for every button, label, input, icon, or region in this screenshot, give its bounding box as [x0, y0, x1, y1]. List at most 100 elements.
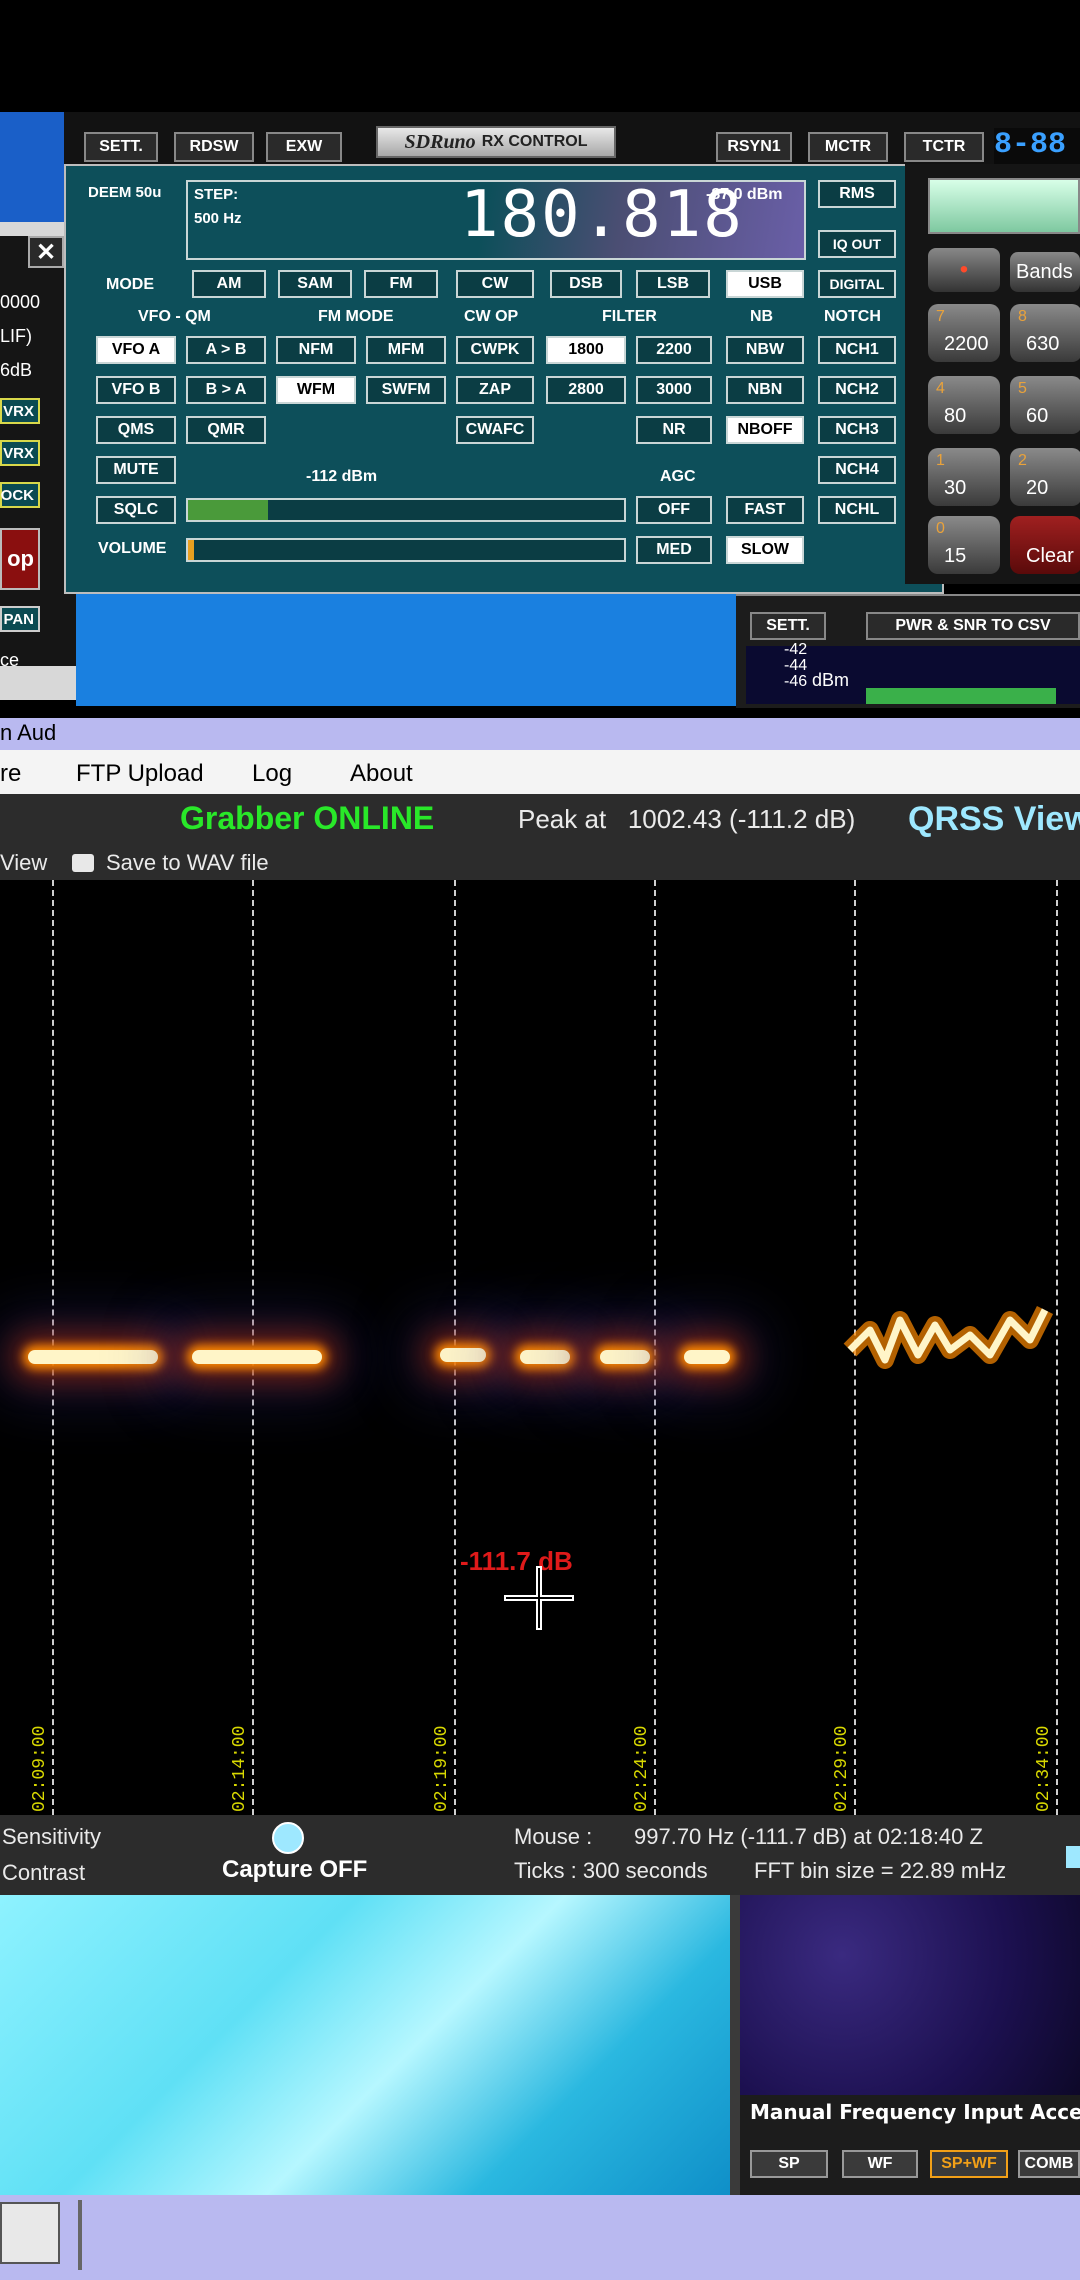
time-tick: 02:29:00 [832, 1725, 852, 1812]
waterfall-noise [740, 1895, 1080, 2095]
left-panel-button[interactable]: VRX [0, 398, 40, 424]
nbn-button[interactable]: NBN [726, 376, 804, 404]
frequency-readout[interactable]: 180.818 [460, 178, 744, 252]
iq-out-button[interactable]: IQ OUT [818, 230, 896, 258]
mode-usb[interactable]: USB [726, 270, 804, 298]
sensitivity-label: Sensitivity [2, 1824, 102, 1849]
sqlc-button[interactable]: SQLC [96, 496, 176, 524]
mute-button[interactable]: MUTE [96, 456, 176, 484]
pan-button[interactable]: PAN [0, 606, 40, 632]
crosshair-icon [504, 1566, 574, 1630]
key-20[interactable]: 2 20 [1010, 448, 1080, 506]
filter-2200-button[interactable]: 2200 [636, 336, 712, 364]
cwafc-button[interactable]: CWAFC [456, 416, 534, 444]
exw-button[interactable]: EXW [266, 132, 342, 162]
menu-about[interactable]: About [350, 760, 413, 788]
signal-trace [684, 1350, 730, 1364]
agc-fast-button[interactable]: FAST [726, 496, 804, 524]
wfm-button[interactable]: WFM [276, 376, 356, 404]
nbw-button[interactable]: NBW [726, 336, 804, 364]
signal-trace [520, 1350, 570, 1364]
mode-dsb[interactable]: DSB [550, 270, 622, 298]
mode-sam[interactable]: SAM [278, 270, 352, 298]
time-tick: 02:24:00 [632, 1725, 652, 1812]
taskbar-app-thumbnail[interactable] [0, 2202, 60, 2264]
signal-level-label: -112 dBm [306, 468, 378, 485]
cwpk-button[interactable]: CWPK [456, 336, 534, 364]
qms-button[interactable]: QMS [96, 416, 176, 444]
comb-button[interactable]: COMB [1018, 2150, 1080, 2178]
mode-cw[interactable]: CW [456, 270, 534, 298]
rms-button[interactable]: RMS [818, 180, 896, 208]
sp-button[interactable]: SP [750, 2150, 828, 2178]
step-value: 500 Hz [194, 210, 242, 227]
key-2200[interactable]: 7 2200 [928, 304, 1000, 362]
filter-1800-button[interactable]: 1800 [546, 336, 626, 364]
taskbar [0, 2195, 1080, 2280]
mode-fm[interactable]: FM [364, 270, 438, 298]
dot-key[interactable]: • [928, 248, 1000, 292]
digital-button[interactable]: DIGITAL [818, 270, 896, 298]
wf-button[interactable]: WF [842, 2150, 918, 2178]
pwr-sett-button[interactable]: SETT. [750, 612, 826, 640]
sp-wf-button[interactable]: SP+WF [930, 2150, 1008, 2178]
sett-button[interactable]: SETT. [84, 132, 158, 162]
nch3-button[interactable]: NCH3 [818, 416, 896, 444]
menu-log[interactable]: Log [252, 760, 292, 788]
rdsw-button[interactable]: RDSW [174, 132, 254, 162]
key-630[interactable]: 8 630 [1010, 304, 1080, 362]
swfm-button[interactable]: SWFM [366, 376, 446, 404]
grabber-status: Grabber ONLINE [180, 800, 435, 836]
agc-off-button[interactable]: OFF [636, 496, 712, 524]
pwr-scale: -42 -44 -46 [784, 641, 808, 690]
stop-button[interactable]: op [0, 528, 40, 590]
filter-3000-button[interactable]: 3000 [636, 376, 712, 404]
nch1-button[interactable]: NCH1 [818, 336, 896, 364]
b-to-a-button[interactable]: B > A [186, 376, 266, 404]
frequency-display-mini: 8-88 [994, 128, 1080, 164]
mode-am[interactable]: AM [192, 270, 266, 298]
nr-button[interactable]: NR [636, 416, 712, 444]
mfm-button[interactable]: MFM [366, 336, 446, 364]
key-30[interactable]: 1 30 [928, 448, 1000, 506]
key-60[interactable]: 5 60 [1010, 376, 1080, 434]
nch2-button[interactable]: NCH2 [818, 376, 896, 404]
close-icon[interactable]: ✕ [28, 236, 64, 268]
clear-key[interactable]: Clear [1010, 516, 1080, 574]
nfm-button[interactable]: NFM [276, 336, 356, 364]
save-wav-checkbox[interactable] [72, 854, 94, 872]
tctr-button[interactable]: TCTR [904, 132, 984, 162]
volume-slider[interactable] [186, 538, 626, 562]
squelch-fill [188, 500, 268, 520]
left-panel-button[interactable]: OCK [0, 482, 40, 508]
view-option[interactable]: View [0, 850, 47, 876]
time-tick: 02:14:00 [230, 1725, 250, 1812]
agc-med-button[interactable]: MED [636, 536, 712, 564]
mctr-button[interactable]: MCTR [808, 132, 888, 162]
filter-2800-button[interactable]: 2800 [546, 376, 626, 404]
nch4-button[interactable]: NCH4 [818, 456, 896, 484]
key-80[interactable]: 4 80 [928, 376, 1000, 434]
key-15[interactable]: 0 15 [928, 516, 1000, 574]
manual-frequency-label: Manual Frequency Input Acce [750, 2100, 1080, 2124]
qmr-button[interactable]: QMR [186, 416, 266, 444]
a-to-b-button[interactable]: A > B [186, 336, 266, 364]
vfo-a-button[interactable]: VFO A [96, 336, 176, 364]
nboff-button[interactable]: NBOFF [726, 416, 804, 444]
vfo-b-button[interactable]: VFO B [96, 376, 176, 404]
capture-status[interactable]: Capture OFF [222, 1856, 367, 1884]
zap-button[interactable]: ZAP [456, 376, 534, 404]
capture-indicator[interactable] [272, 1822, 304, 1854]
agc-slow-button[interactable]: SLOW [726, 536, 804, 564]
squelch-slider[interactable] [186, 498, 626, 522]
scroll-indicator[interactable] [1066, 1846, 1080, 1868]
menu-item[interactable]: re [0, 760, 21, 788]
time-tick: 02:19:00 [432, 1725, 452, 1812]
menu-ftp-upload[interactable]: FTP Upload [76, 760, 204, 788]
mouse-readout: 997.70 Hz (-111.7 dB) at 02:18:40 Z [634, 1824, 983, 1849]
nchl-button[interactable]: NCHL [818, 496, 896, 524]
rsyn1-button[interactable]: RSYN1 [716, 132, 792, 162]
left-panel-button[interactable]: VRX [0, 440, 40, 466]
bands-button[interactable]: Bands [1010, 252, 1080, 292]
mode-lsb[interactable]: LSB [636, 270, 710, 298]
